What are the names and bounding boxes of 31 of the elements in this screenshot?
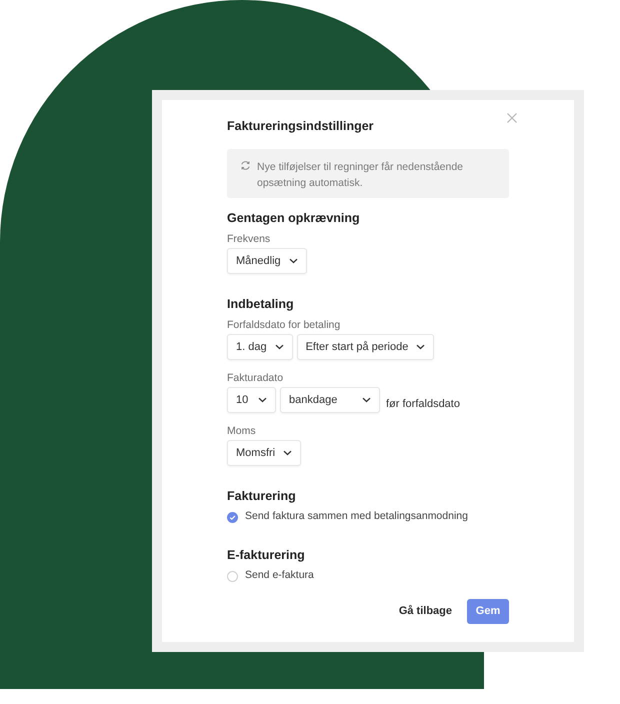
section-heading: Indbetaling <box>227 296 295 312</box>
field-suffix: før forfaldsdato <box>386 397 460 411</box>
chevron-down-icon <box>288 258 298 264</box>
sync-icon <box>240 160 251 171</box>
field-label: Fakturadato <box>227 371 284 385</box>
section-heading: Fakturering <box>227 488 297 504</box>
dropdown[interactable]: Månedlig <box>227 248 307 274</box>
chevron-down-icon <box>283 450 292 456</box>
chevron-down-icon <box>362 397 371 403</box>
field-label: Frekvens <box>227 232 272 246</box>
close-button[interactable] <box>507 113 517 123</box>
section-heading: E-fakturering <box>227 547 306 563</box>
field-label: Moms <box>227 424 257 438</box>
dropdown[interactable]: bankdage <box>280 387 380 413</box>
checkbox-label: Send faktura sammen med betalingsanmodning <box>245 509 468 524</box>
dropdown[interactable]: Momsfri <box>227 440 302 466</box>
chevron-down-icon <box>258 397 267 403</box>
checkbox[interactable] <box>227 570 238 582</box>
dropdown[interactable]: 1. dag <box>227 334 293 360</box>
chevron-down-icon <box>416 344 426 350</box>
close-icon <box>507 113 517 123</box>
notice-text: Nye tilføjelser til regninger får nedenstående opsætning automatisk. <box>257 160 464 191</box>
checkbox-label: Send e-faktura <box>245 568 314 584</box>
dialog-title: Faktureringsindstillinger <box>227 118 375 134</box>
field-label: Forfaldsdato for betaling <box>227 318 342 332</box>
section-heading: Gentagen opkrævning <box>227 210 361 226</box>
chevron-down-icon <box>274 344 284 350</box>
dropdown[interactable]: Efter start på periode <box>296 334 434 360</box>
checkbox[interactable] <box>227 512 238 522</box>
dropdown[interactable]: 10 <box>227 387 276 413</box>
back-button[interactable]: Gå tilbage <box>398 599 452 624</box>
